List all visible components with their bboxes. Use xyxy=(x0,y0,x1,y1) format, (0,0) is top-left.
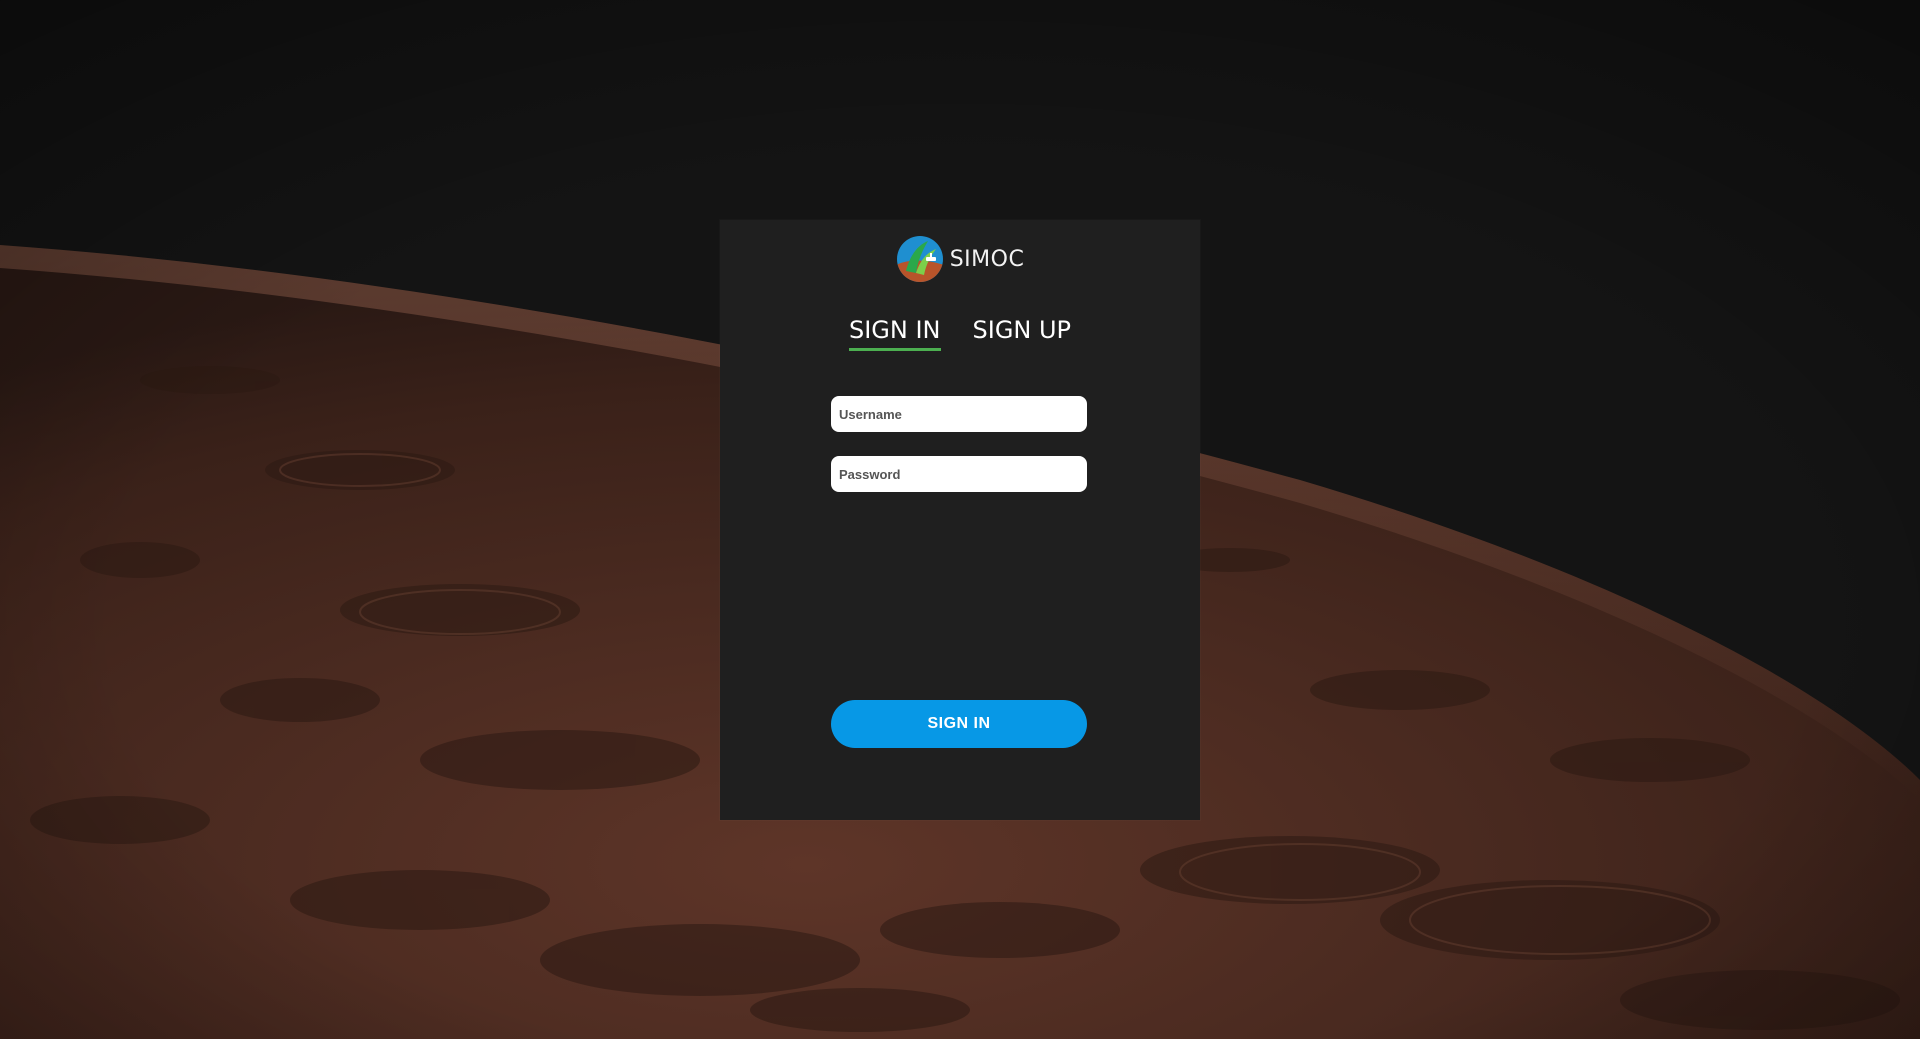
auth-tabs: SIGN IN SIGN UP xyxy=(720,316,1200,351)
app-name: SIMOC xyxy=(949,246,1025,272)
auth-card: SIMOC SIGN IN SIGN UP SIGN IN xyxy=(720,220,1200,820)
login-screen: SIMOC SIGN IN SIGN UP SIGN IN xyxy=(0,0,1920,1039)
brand-header: SIMOC xyxy=(720,235,1200,283)
simoc-logo-icon xyxy=(896,236,943,282)
tab-sign-in[interactable]: SIGN IN xyxy=(848,316,941,351)
tab-sign-up[interactable]: SIGN UP xyxy=(973,316,1072,351)
password-input[interactable] xyxy=(831,456,1087,492)
username-input[interactable] xyxy=(831,396,1087,432)
sign-in-button[interactable]: SIGN IN xyxy=(831,700,1087,748)
